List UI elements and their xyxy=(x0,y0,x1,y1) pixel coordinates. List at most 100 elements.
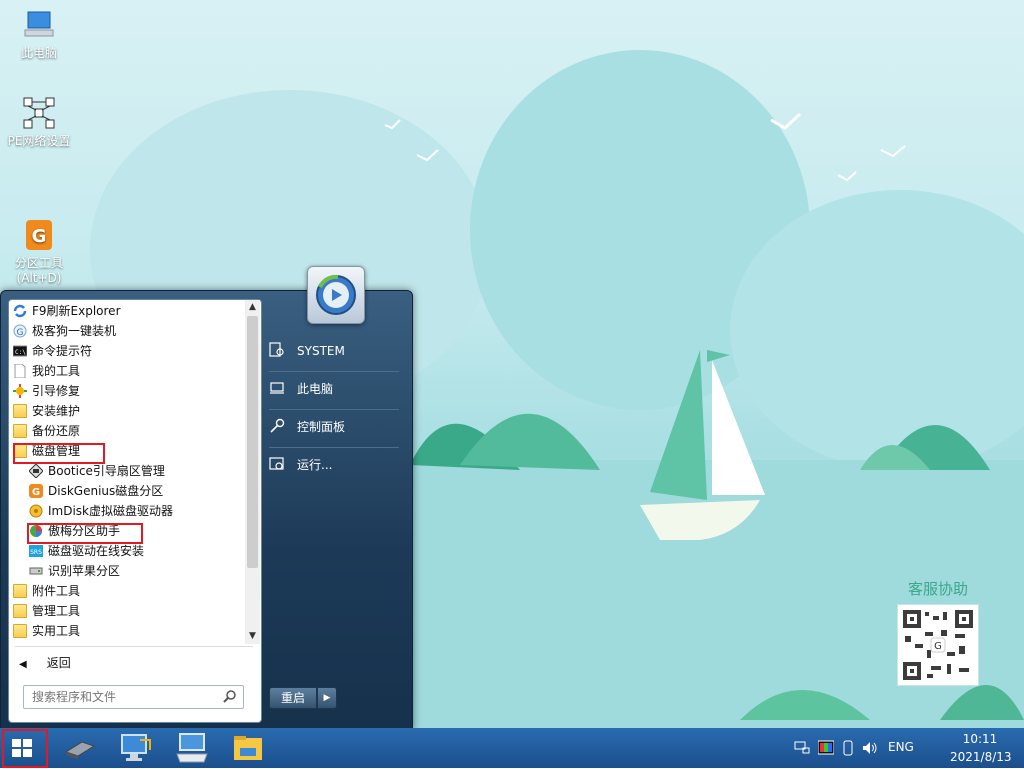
highlight-box-aomei xyxy=(27,523,143,544)
desktop-icon-label: 此电脑 xyxy=(20,46,57,60)
menu-item-label: 我的工具 xyxy=(32,364,81,378)
cmd-icon: C:\ xyxy=(12,344,28,358)
menu-item-accessories[interactable]: 附件工具 xyxy=(13,581,80,601)
desktop-icon-this-pc[interactable]: 此电脑 xyxy=(0,8,78,61)
computer-icon xyxy=(269,378,285,394)
taskbar-explorer-button[interactable] xyxy=(230,730,266,766)
menu-item-label: 命令提示符 xyxy=(32,344,93,358)
volume-icon[interactable] xyxy=(862,740,878,756)
menu-item-label: 备份还原 xyxy=(32,424,81,438)
programs-list: F9刷新Explorer G 极客狗一键装机 C:\ 命令提示符 我的工具 引导修复… xyxy=(9,300,245,644)
search-input[interactable] xyxy=(30,686,224,708)
programs-scrollbar[interactable]: ▲ ▼ xyxy=(245,300,260,644)
user-picture[interactable] xyxy=(307,266,365,324)
scroll-down-icon[interactable]: ▼ xyxy=(245,629,260,644)
driver-icon: SRS xyxy=(29,544,43,558)
restart-options-arrow-icon[interactable]: ▶ xyxy=(317,687,337,709)
repair-icon xyxy=(13,384,27,398)
menu-item-diskgenius[interactable]: G DiskGenius磁盘分区 xyxy=(29,481,163,501)
svg-text:SRS: SRS xyxy=(30,549,42,556)
search-box[interactable] xyxy=(23,685,244,709)
menu-item-backup-restore[interactable]: 备份还原 xyxy=(13,421,80,441)
menu-item-my-tools[interactable]: 我的工具 xyxy=(13,361,80,381)
desktop-icon-label: PE网络设置 xyxy=(7,134,71,148)
back-label: 返回 xyxy=(46,656,71,670)
desktop-icon-pe-network[interactable]: PE网络设置 xyxy=(0,96,78,149)
start-menu: F9刷新Explorer G 极客狗一键装机 C:\ 命令提示符 我的工具 引导修复… xyxy=(0,266,413,730)
right-item-label: 控制面板 xyxy=(297,420,346,434)
qr-code-image: G xyxy=(898,605,978,685)
menu-item-label: DiskGenius磁盘分区 xyxy=(48,484,164,498)
clock[interactable]: 10:11 2021/8/13 xyxy=(950,730,1012,766)
jikegou-icon: G xyxy=(13,324,27,338)
menu-item-f9-refresh-explorer[interactable]: F9刷新Explorer xyxy=(13,301,121,321)
right-item-label: 此电脑 xyxy=(297,382,334,396)
network-icon xyxy=(22,96,56,130)
apple-partition-icon xyxy=(29,564,43,578)
bootice-icon xyxy=(28,463,44,479)
desktop-icon-partition-tool[interactable]: G 分区工具 (Alt+D) xyxy=(0,188,78,301)
system-tray: ENG 10:11 2021/8/13 xyxy=(794,728,1012,768)
right-item-label: SYSTEM xyxy=(297,344,345,358)
right-item-control-panel[interactable]: 控制面板 xyxy=(269,413,397,441)
divider xyxy=(269,371,399,372)
svg-text:C:\: C:\ xyxy=(15,349,26,356)
menu-item-utilities[interactable]: 实用工具 xyxy=(13,621,80,641)
clock-date: 2021/8/13 xyxy=(950,750,1012,764)
menu-item-bootice[interactable]: Bootice引导扇区管理 xyxy=(28,461,165,481)
menu-item-label: ImDisk虚拟磁盘驱动器 xyxy=(48,504,174,518)
scroll-thumb[interactable] xyxy=(247,316,258,568)
folder-icon xyxy=(13,604,27,618)
scroll-up-icon[interactable]: ▲ xyxy=(245,300,260,315)
clock-time: 10:11 xyxy=(962,732,998,746)
usb-icon[interactable] xyxy=(840,740,856,756)
programs-pane: F9刷新Explorer G 极客狗一键装机 C:\ 命令提示符 我的工具 引导修复… xyxy=(8,299,262,723)
document-icon xyxy=(13,363,27,379)
svg-text:G: G xyxy=(32,487,40,498)
right-item-system[interactable]: SYSTEM xyxy=(269,337,397,365)
menu-item-cmd[interactable]: C:\ 命令提示符 xyxy=(12,341,93,361)
menu-item-imdisk[interactable]: ImDisk虚拟磁盘驱动器 xyxy=(29,501,173,521)
desktop-icon-label: 分区工具 (Alt+D) xyxy=(14,256,63,285)
back-button[interactable]: ◀ 返回 xyxy=(19,652,71,674)
menu-item-apple-partition[interactable]: 识别苹果分区 xyxy=(29,561,120,581)
menu-item-jikegou-install[interactable]: G 极客狗一键装机 xyxy=(13,321,116,341)
network-status-icon[interactable] xyxy=(794,740,810,756)
input-language[interactable]: ENG xyxy=(888,740,914,754)
search-icon[interactable] xyxy=(223,689,237,703)
memory-chip-icon xyxy=(62,741,98,769)
svg-text:G: G xyxy=(17,328,24,338)
menu-item-install-maintain[interactable]: 安装维护 xyxy=(13,401,80,421)
imdisk-icon xyxy=(29,504,43,518)
taskbar-network-button[interactable] xyxy=(118,730,154,766)
highlight-box-disk-management xyxy=(13,443,105,464)
divider xyxy=(15,646,253,647)
wrench-icon xyxy=(269,416,285,433)
menu-item-label: 附件工具 xyxy=(32,584,81,598)
divider xyxy=(269,447,399,448)
right-item-run[interactable]: 运行... xyxy=(269,451,397,479)
menu-item-disk-driver-online[interactable]: SRS 磁盘驱动在线安装 xyxy=(29,541,144,561)
taskbar-keyboard-button[interactable] xyxy=(174,730,210,766)
menu-item-label: 磁盘驱动在线安装 xyxy=(48,544,145,558)
right-item-this-pc[interactable]: 此电脑 xyxy=(269,375,397,403)
menu-item-label: 极客狗一键装机 xyxy=(32,324,117,338)
menu-item-label: 管理工具 xyxy=(32,604,81,618)
qr-support: 客服协助 G xyxy=(898,578,978,685)
menu-item-label: 实用工具 xyxy=(32,624,81,638)
folder-icon xyxy=(13,584,27,598)
color-display-icon[interactable] xyxy=(817,740,835,756)
folder-icon xyxy=(13,624,27,638)
menu-item-boot-repair[interactable]: 引导修复 xyxy=(13,381,80,401)
qr-title: 客服协助 xyxy=(907,580,968,598)
run-icon xyxy=(269,454,285,470)
computer-icon xyxy=(22,8,56,42)
menu-item-label: 引导修复 xyxy=(32,384,81,398)
keyboard-monitor-icon xyxy=(174,733,210,769)
restart-button[interactable]: 重启 xyxy=(269,687,317,709)
highlight-box-start xyxy=(2,729,48,768)
taskbar-ram-drive-button[interactable] xyxy=(62,730,98,766)
menu-item-label: 安装维护 xyxy=(32,404,81,418)
menu-item-admin-tools[interactable]: 管理工具 xyxy=(13,601,80,621)
diskgenius-icon: G xyxy=(29,484,43,498)
